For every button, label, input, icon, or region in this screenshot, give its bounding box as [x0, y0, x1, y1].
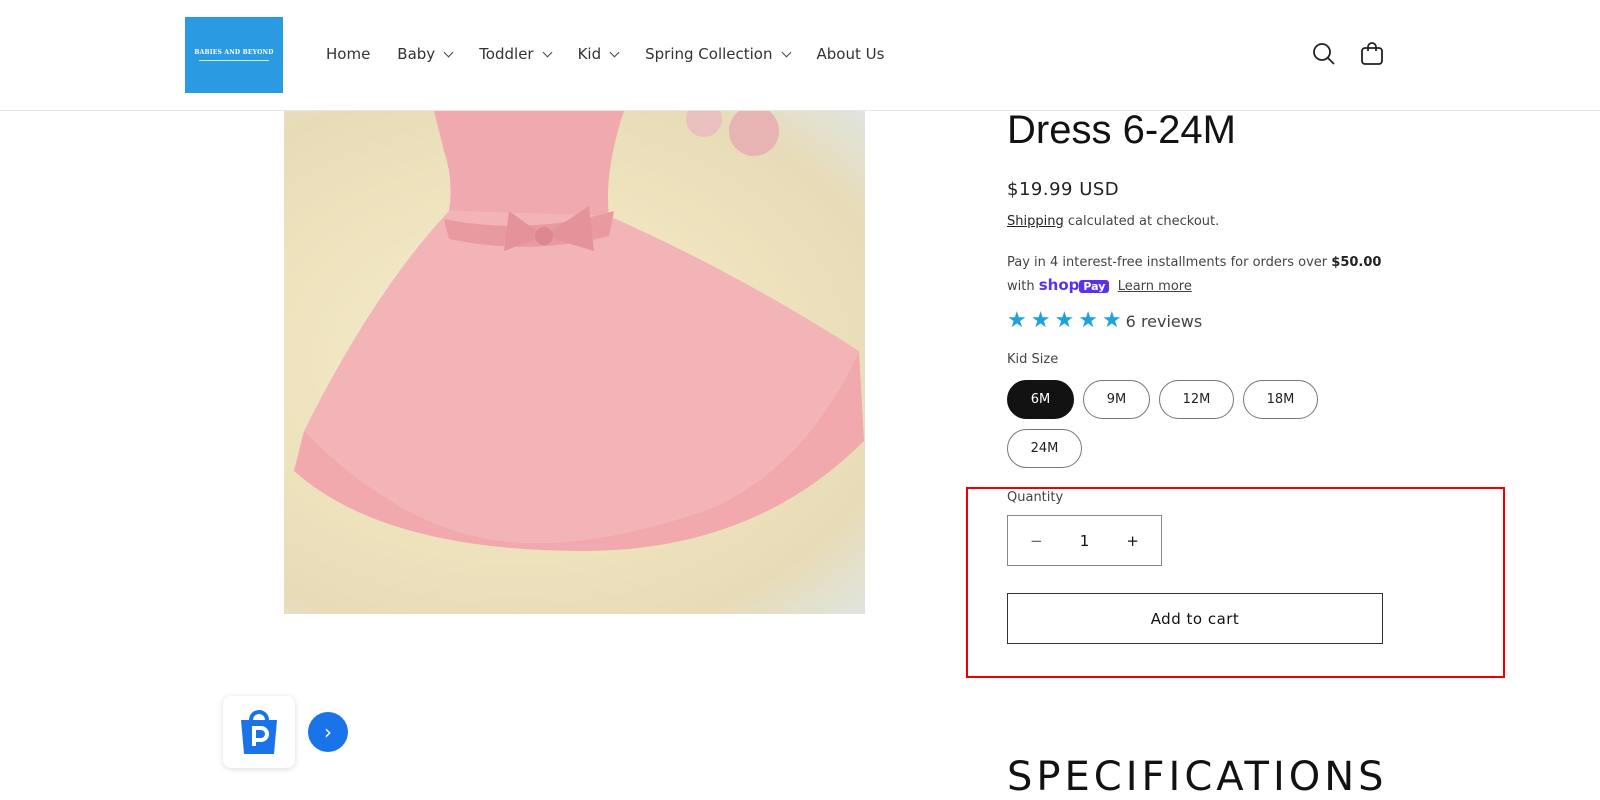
- star-icon: ★: [1030, 308, 1051, 333]
- nav-about-us[interactable]: About Us: [817, 45, 885, 63]
- chevron-down-icon: [781, 47, 791, 57]
- chevron-down-icon: [443, 47, 454, 57]
- cart-icon[interactable]: [1359, 41, 1385, 67]
- product-title: Dress 6-24M: [1007, 108, 1236, 152]
- nav-home[interactable]: Home: [326, 45, 370, 63]
- logo-text: BABIES AND BEYOND: [194, 49, 274, 56]
- star-icon: ★: [1078, 308, 1098, 333]
- shipping-link[interactable]: Shipping: [1007, 214, 1064, 229]
- rating[interactable]: ★ ★ ★ ★ ★ 6 reviews: [1007, 310, 1202, 332]
- nav-kid[interactable]: Kid: [578, 45, 620, 63]
- shopping-bag-app-icon[interactable]: [223, 696, 295, 768]
- star-icon: ★: [1101, 308, 1122, 333]
- search-icon[interactable]: [1311, 41, 1337, 67]
- nav-baby[interactable]: Baby: [397, 45, 454, 63]
- highlight-box: [966, 487, 1505, 678]
- nav-spring-collection[interactable]: Spring Collection: [645, 45, 791, 63]
- size-option-6m[interactable]: 6M: [1007, 380, 1074, 419]
- chevron-right-icon[interactable]: ›: [308, 712, 348, 752]
- shop-pay-logo: shop: [1038, 276, 1080, 294]
- chevron-down-icon: [542, 47, 553, 57]
- main-nav: Home Baby Toddler Kid Spring Collection …: [326, 45, 911, 63]
- learn-more-link[interactable]: Learn more: [1118, 279, 1192, 294]
- size-option-9m[interactable]: 9M: [1083, 380, 1150, 419]
- installments-note: Pay in 4 interest-free installments for …: [1007, 255, 1382, 294]
- site-header: BABIES AND BEYOND Home Baby Toddler Kid …: [0, 0, 1600, 111]
- chevron-down-icon: [609, 47, 620, 57]
- size-label: Kid Size: [1007, 352, 1059, 367]
- shipping-note: Shipping calculated at checkout.: [1007, 214, 1220, 229]
- product-image[interactable]: [284, 111, 865, 614]
- product-price: $19.99 USD: [1007, 179, 1120, 200]
- size-option-18m[interactable]: 18M: [1243, 380, 1318, 419]
- nav-toddler[interactable]: Toddler: [479, 45, 553, 63]
- store-logo[interactable]: BABIES AND BEYOND: [185, 17, 283, 93]
- star-icon: ★: [1054, 308, 1075, 333]
- size-option-24m[interactable]: 24M: [1007, 429, 1082, 468]
- review-count[interactable]: 6 reviews: [1126, 312, 1203, 331]
- specifications-heading: SPECIFICATIONS: [1007, 754, 1388, 800]
- star-icon: ★: [1007, 308, 1027, 333]
- size-option-12m[interactable]: 12M: [1159, 380, 1234, 419]
